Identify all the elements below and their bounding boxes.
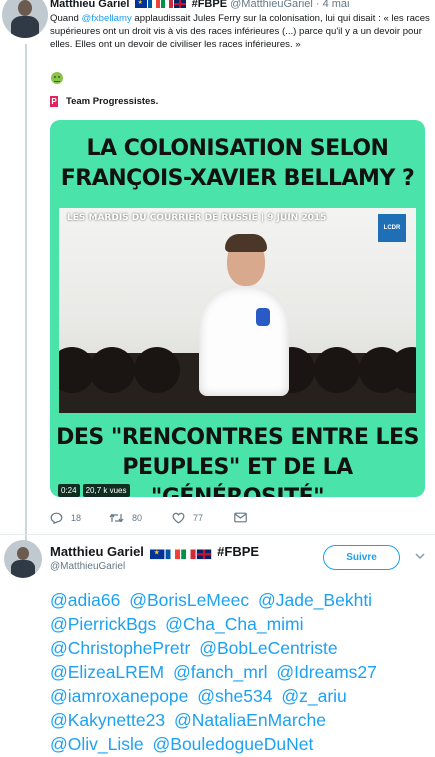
team-logo-icon: P [50, 96, 58, 107]
team-attribution[interactable]: P Team Progressistes. [50, 96, 158, 107]
video-frame: LES MARDIS DU COURRIER DE RUSSIE | 9 JUI… [59, 208, 416, 413]
video-views: 20,7 k vues [82, 484, 130, 497]
speaker-hair [225, 234, 267, 252]
tweet-1[interactable]: Matthieu Gariel #FBPE @MatthieuGariel · … [0, 0, 435, 542]
handle-date[interactable]: @MatthieuGariel · 4 mai [230, 0, 349, 10]
mention-link[interactable]: @adia66 [50, 590, 120, 610]
mention-link[interactable]: @Kakynette23 [50, 710, 165, 730]
team-label: Team Progressistes. [66, 96, 159, 108]
reply-count: 18 [71, 513, 82, 523]
mention-link[interactable]: @NataliaEnMarche [174, 710, 326, 730]
follow-button[interactable]: Suivre [323, 545, 400, 570]
video-banner: LES MARDIS DU COURRIER DE RUSSIE | 9 JUI… [67, 213, 327, 223]
mentions-list: @adia66 @BorisLeMeec @Jade_Bekhti @Pierr… [50, 588, 430, 756]
mention-link[interactable]: @fanch_mrl [173, 662, 268, 682]
microphone [256, 308, 270, 326]
author-name[interactable]: Matthieu Gariel [50, 544, 144, 559]
like-icon [172, 512, 185, 524]
avatar[interactable] [2, 0, 48, 38]
author-handle[interactable]: @MatthieuGariel [50, 561, 125, 572]
mention-link[interactable]: @BorisLeMeec [129, 590, 249, 610]
video-title: LA COLONISATION SELON FRANÇOIS-XAVIER BE… [50, 134, 425, 194]
mention-link[interactable]: @Jade_Bekhti [258, 590, 372, 610]
thread-line [25, 44, 27, 542]
mention-link[interactable]: @PierrickBgs [50, 614, 156, 634]
divider [0, 534, 435, 535]
channel-logo: LCDR [378, 214, 406, 242]
mention-link[interactable]: @z_ariu [281, 686, 346, 706]
like-count: 77 [193, 513, 204, 523]
reply-icon [50, 512, 63, 524]
mention-link[interactable]: @iamroxanepope [50, 686, 188, 706]
tweet-header: Matthieu Gariel #FBPE @MatthieuGariel · … [50, 0, 350, 10]
mention-link[interactable]: @BobLeCentriste [199, 638, 337, 658]
like-button[interactable]: 77 [172, 512, 203, 524]
flags-icon [149, 544, 212, 562]
tweet-text-pre: Quand [50, 13, 82, 24]
mention-link[interactable]: @Cha_Cha_mimi [165, 614, 303, 634]
tweet-text: Quand @fxbellamy applaudissait Jules Fer… [50, 12, 430, 51]
video-title-line1: LA COLONISATION SELON [86, 136, 389, 161]
retweet-button[interactable]: 80 [109, 512, 142, 524]
flags-icon [134, 0, 187, 10]
video-badges: 0:24 20,7 k vues [58, 480, 133, 497]
avatar[interactable] [4, 540, 42, 578]
dm-icon [234, 512, 247, 523]
hashtag: #FBPE [191, 0, 228, 10]
video-title-line2: FRANÇOIS-XAVIER BELLAMY ? [60, 166, 415, 191]
retweet-icon [109, 513, 124, 523]
mention-link[interactable]: @ElizeaLREM [50, 662, 164, 682]
mention-link[interactable]: @fxbellamy [81, 13, 131, 24]
smiley-emoji-icon [51, 72, 63, 84]
mention-link[interactable]: @Oliv_Lisle [50, 734, 144, 754]
speaker [199, 286, 289, 396]
author-name[interactable]: Matthieu Gariel [50, 0, 129, 10]
reply-button[interactable]: 18 [50, 512, 81, 524]
mention-link[interactable]: @Idreams27 [276, 662, 376, 682]
video-duration: 0:24 [58, 484, 80, 497]
mention-link[interactable]: @she534 [197, 686, 272, 706]
mention-link[interactable]: @ChristophePretr [50, 638, 190, 658]
tweet-actions: 18 80 77 [50, 512, 300, 528]
video-caption-line1: DES "RENCONTRES ENTRE LES [56, 425, 419, 450]
chevron-down-icon[interactable] [414, 550, 426, 562]
tweet-2-header: Matthieu Gariel #FBPE [50, 544, 259, 560]
hashtag: #FBPE [217, 544, 260, 559]
video-player[interactable]: LA COLONISATION SELON FRANÇOIS-XAVIER BE… [50, 120, 425, 497]
retweet-count: 80 [132, 513, 143, 523]
dm-button[interactable] [234, 512, 255, 523]
mention-link[interactable]: @BouledogueDuNet [153, 734, 314, 754]
